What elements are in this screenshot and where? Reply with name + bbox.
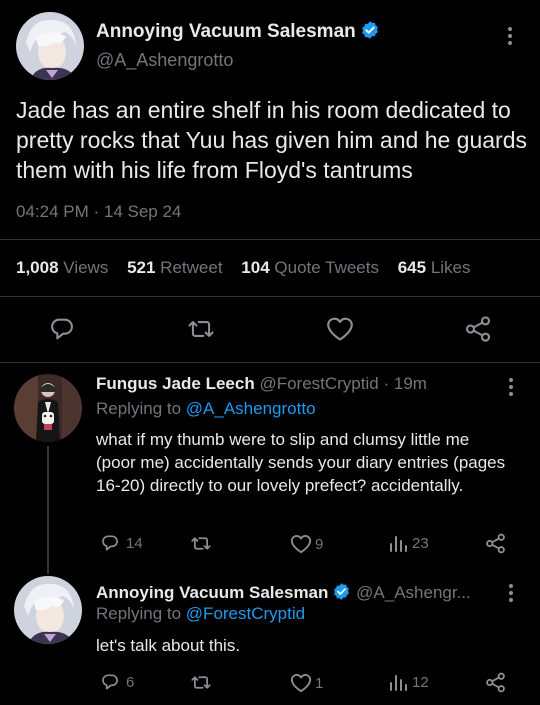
- reply-author-name[interactable]: Annoying Vacuum Salesman: [96, 583, 328, 602]
- reply-author-line[interactable]: Fungus Jade Leech @ForestCryptid · 19m: [96, 374, 427, 394]
- views-count: 1,008: [16, 258, 59, 277]
- thread-line: [47, 446, 49, 574]
- reply-icon[interactable]: [48, 315, 76, 343]
- reply-separator: ·: [383, 374, 390, 393]
- reply-text: what if my thumb were to slip and clumsy…: [96, 430, 506, 495]
- retweet-icon[interactable]: [186, 315, 216, 343]
- retweets-stat[interactable]: 521 Retweet: [127, 258, 222, 277]
- tweet-time: 04:24 PM: [16, 202, 89, 221]
- views-icon: [390, 536, 407, 552]
- like-icon: [290, 674, 312, 693]
- divider: [0, 239, 540, 240]
- retweets-label: Retweet: [160, 258, 223, 277]
- avatar-reply[interactable]: [14, 576, 82, 644]
- like-count: 1: [315, 674, 324, 692]
- share-icon[interactable]: [463, 314, 493, 344]
- more-options-icon[interactable]: [508, 27, 514, 45]
- views-action[interactable]: 23: [388, 533, 429, 553]
- like-action[interactable]: 9: [290, 534, 323, 554]
- retweets-count: 521: [127, 258, 156, 277]
- verified-badge-icon: [361, 21, 378, 39]
- share-icon[interactable]: [484, 532, 507, 555]
- tweet-text: Jade has an entire shelf in his room ded…: [16, 97, 527, 183]
- views-action[interactable]: 12: [388, 672, 429, 692]
- replying-to-label: Replying to: [96, 399, 182, 418]
- reply-icon: [102, 674, 118, 690]
- views-label: Views: [63, 258, 109, 277]
- reply-time[interactable]: 19m: [394, 374, 427, 393]
- likes-count: 645: [397, 258, 427, 277]
- avatar-reply[interactable]: [14, 374, 82, 442]
- tweet-stats: 1,008 Views 521 Retweet 104 Quote Tweets…: [16, 258, 471, 278]
- replying-to-handle[interactable]: @A_Ashengrotto: [186, 399, 316, 418]
- replying-to-handle[interactable]: @ForestCryptid: [186, 604, 305, 623]
- like-count: 9: [315, 535, 324, 553]
- divider: [0, 296, 540, 297]
- likes-stat[interactable]: 645 Likes: [398, 258, 471, 277]
- more-options-icon[interactable]: [509, 378, 515, 396]
- avatar-main[interactable]: [16, 12, 84, 80]
- more-options-icon[interactable]: [509, 584, 515, 602]
- divider: [0, 362, 540, 363]
- retweet-icon[interactable]: [189, 672, 213, 693]
- reply-action[interactable]: 6: [100, 672, 134, 692]
- reply-author-handle[interactable]: @ForestCryptid: [259, 374, 378, 393]
- replying-to-label: Replying to: [96, 604, 182, 623]
- verified-badge-icon: [334, 583, 350, 600]
- views-count: 12: [412, 673, 429, 691]
- reply-author-name[interactable]: Fungus Jade Leech: [96, 374, 255, 393]
- likes-label: Likes: [430, 258, 471, 277]
- quotes-stat[interactable]: 104 Quote Tweets: [241, 258, 379, 277]
- reply-icon: [102, 535, 118, 551]
- quotes-label: Quote Tweets: [274, 258, 379, 277]
- retweet-icon[interactable]: [189, 533, 213, 554]
- views-count: 23: [412, 534, 429, 552]
- like-icon: [290, 535, 312, 554]
- reply-text: let's talk about this.: [96, 636, 241, 655]
- tweet-timestamp: 04:24 PM · 14 Sep 24: [16, 202, 182, 221]
- replying-to: Replying to @A_Ashengrotto: [96, 399, 316, 419]
- author-name[interactable]: Annoying Vacuum Salesman: [96, 20, 380, 43]
- reply-count: 14: [126, 534, 143, 552]
- like-action[interactable]: 1: [290, 673, 323, 693]
- author-handle[interactable]: @A_Ashengrotto: [96, 50, 233, 71]
- reply-author-handle[interactable]: @A_Ashengr...: [356, 583, 471, 602]
- views-icon: [390, 675, 407, 691]
- quotes-count: 104: [241, 258, 270, 277]
- like-icon[interactable]: [326, 316, 354, 342]
- reply-count: 6: [126, 673, 135, 691]
- replying-to: Replying to @ForestCryptid: [96, 604, 305, 624]
- share-icon[interactable]: [484, 671, 507, 694]
- reply-action[interactable]: 14: [100, 533, 143, 553]
- author-name-text[interactable]: Annoying Vacuum Salesman: [96, 21, 356, 42]
- tweet-date: 14 Sep 24: [103, 202, 182, 221]
- views-stat[interactable]: 1,008 Views: [16, 258, 108, 277]
- reply-author-line[interactable]: Annoying Vacuum Salesman @A_Ashengr...: [96, 582, 471, 603]
